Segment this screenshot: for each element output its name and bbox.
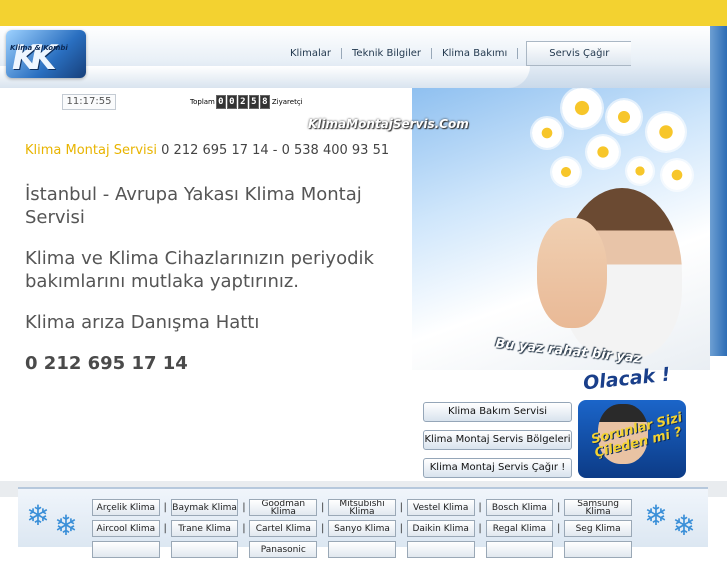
contact-line: Klima Montaj Servisi 0 212 695 17 14 - 0… [25, 143, 389, 158]
brand-link[interactable]: Regal Klima [485, 520, 554, 537]
counter-digits: 00258 [215, 95, 271, 109]
counter-digit: 0 [226, 95, 237, 109]
brand-link[interactable]: Vestel Klima [406, 499, 475, 516]
brand-link[interactable] [406, 541, 475, 558]
top-yellow-bar [0, 0, 727, 26]
brand-links: Arçelik Klima | Baymak Klima | Goodman Kli… [92, 498, 632, 561]
daisy-image [552, 158, 580, 186]
daisy-image [532, 118, 562, 148]
hotline-phone: 0 212 695 17 14 [25, 353, 188, 374]
servis-cagir-button[interactable]: Klima Montaj Servis Çağır ! [423, 458, 572, 478]
baby-image [537, 218, 607, 328]
brand-link[interactable]: Cartel Klima [249, 520, 318, 537]
brand-link[interactable] [92, 541, 160, 558]
hotline-label: Klima arıza Danışma Hattı [25, 312, 260, 333]
brand-row: Arçelik Klima | Baymak Klima | Goodman Kli… [92, 498, 632, 517]
brand-link[interactable] [564, 541, 632, 558]
daisy-image [607, 100, 641, 134]
promo-banner[interactable]: Sorunlar Sizi Çileden mi ? [578, 400, 686, 478]
servis-bolgeleri-button[interactable]: Klima Montaj Servis Bölgeleri [423, 430, 572, 450]
brand-link[interactable]: Seg Klima [564, 520, 632, 537]
site-logo[interactable]: KK Klima & Kombi [6, 30, 86, 78]
counter-digit: 2 [237, 95, 248, 109]
snowflake-icon: ❄ [672, 509, 696, 542]
counter-suffix: Ziyaretçi [271, 98, 303, 106]
contact-phones: 0 212 695 17 14 - 0 538 400 93 51 [157, 143, 390, 158]
counter-digit: 8 [259, 95, 270, 109]
counter-prefix: Toplam [190, 98, 215, 106]
brand-link[interactable]: Trane Klima [170, 520, 239, 537]
maintenance-text: Klima ve Klima Cihazlarınızın periyodik … [25, 248, 374, 292]
counter-digit: 0 [215, 95, 226, 109]
daisy-image [587, 136, 619, 168]
main-nav: Klimalar Teknik Bilgiler Klima Bakımı Se… [280, 40, 632, 66]
brand-link[interactable]: Samsung Klima [564, 499, 632, 516]
nav-teknik-bilgiler[interactable]: Teknik Bilgiler [342, 47, 433, 59]
watermark-site-name: KlimaMontajServis.Com [308, 117, 469, 131]
brand-link[interactable]: Sanyo Klima [328, 520, 396, 537]
brand-link[interactable]: Bosch Klima [485, 499, 554, 516]
daisy-image [647, 113, 685, 151]
right-edge-stripe [710, 26, 727, 356]
brand-link[interactable]: Mitsubishi Klima [328, 499, 396, 516]
heading-istanbul: İstanbul - Avrupa Yakası Klima Montaj Se… [25, 184, 362, 228]
klima-bakim-servisi-button[interactable]: Klima Bakım Servisi [423, 402, 572, 422]
brand-link[interactable] [170, 541, 239, 558]
brand-link[interactable]: Baymak Klima [170, 499, 239, 516]
brand-row: Aircool Klima | Trane Klima | Cartel Klima… [92, 519, 632, 538]
contact-label: Klima Montaj Servisi [25, 143, 158, 158]
counter-digit: 5 [248, 95, 259, 109]
daisy-image [562, 88, 602, 128]
clock: 11:17:55 [62, 94, 116, 110]
brand-row: Panasonic [92, 540, 632, 559]
brand-link[interactable]: Panasonic [249, 541, 318, 558]
daisy-image [662, 160, 692, 190]
logo-text: Klima & Kombi [10, 44, 68, 52]
brand-link[interactable] [328, 541, 396, 558]
nav-klimalar[interactable]: Klimalar [280, 47, 343, 59]
visitor-counter: Toplam 00258 Ziyaretçi [190, 95, 303, 109]
brand-link[interactable]: Aircool Klima [92, 520, 160, 537]
snowflake-icon: ❄ [54, 509, 78, 542]
main-content: İstanbul - Avrupa Yakası Klima Montaj Se… [25, 183, 405, 393]
nav-klima-bakimi[interactable]: Klima Bakımı [432, 47, 519, 59]
brand-link[interactable] [485, 541, 554, 558]
brand-link[interactable]: Arçelik Klima [92, 499, 160, 516]
brand-link[interactable]: Daikin Klima [406, 520, 475, 537]
brand-link[interactable]: Goodman Klima [249, 499, 318, 516]
daisy-image [627, 158, 653, 184]
nav-servis-cagir[interactable]: Servis Çağır [526, 40, 632, 66]
